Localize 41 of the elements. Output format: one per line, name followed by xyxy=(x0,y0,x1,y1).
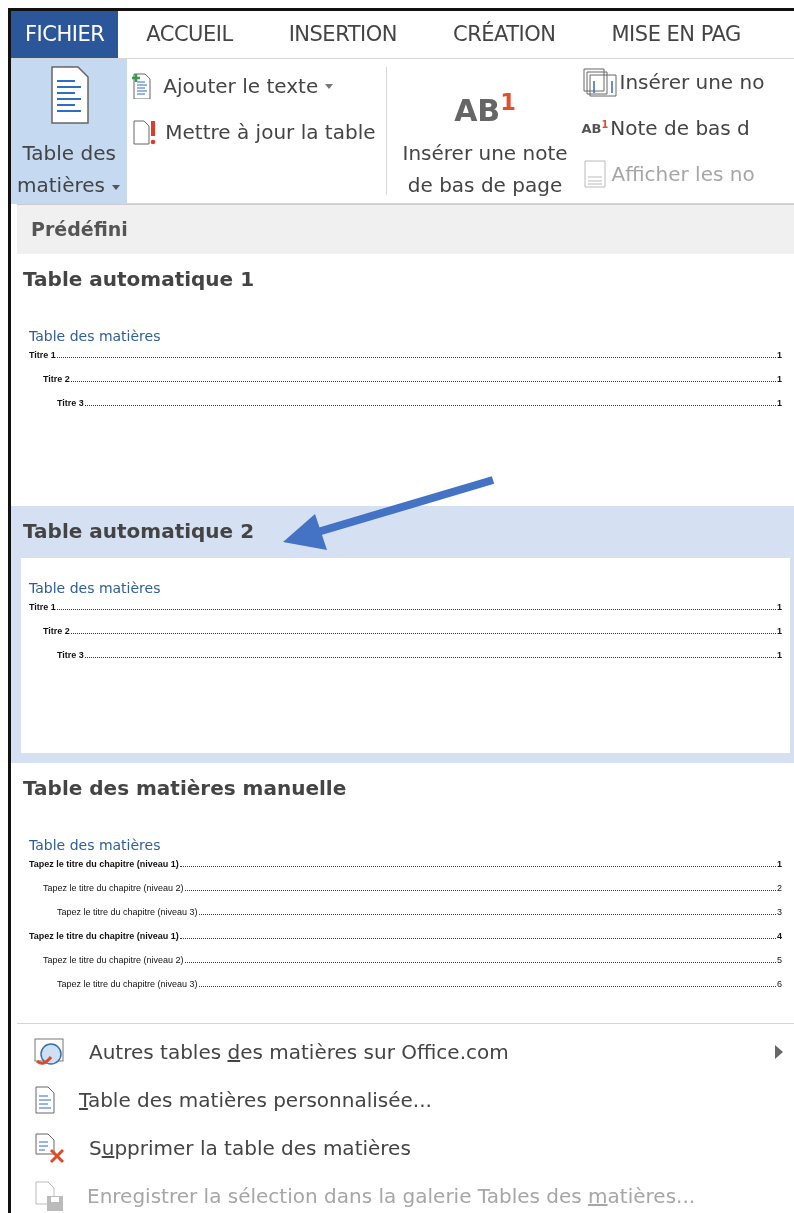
save-icon xyxy=(33,1179,65,1212)
toc-entry: Tapez le titre du chapitre (niveau 2) 5 xyxy=(42,953,782,967)
toc-entry: Titre 3 1 xyxy=(56,648,782,662)
gallery-item[interactable]: Table des matières manuelle Table des matières Tapez le titre du chapitre (niveau 1) 1 Tapez le titre du chapitre (niveau 2) 2 Tapez le titre du chapitre (niveau 3) 3 Tapez le titre du chapitre (niveau 1) 4 Tapez le titre du chapitre (niveau 2) 5 Tapez le titre du chapitre (niveau 3) 6 xyxy=(11,762,794,1015)
toc-entry: Tapez le titre du chapitre (niveau 3) 6 xyxy=(56,977,782,991)
ribbon-tab[interactable]: ACCUEIL xyxy=(118,11,261,58)
toc-entry: Tapez le titre du chapitre (niveau 3) 3 xyxy=(56,905,782,919)
pages-icon xyxy=(581,67,618,97)
preview-heading: Table des matières xyxy=(29,326,162,346)
ribbon-tab[interactable]: FICHIER xyxy=(11,11,119,58)
toc-entry: Tapez le titre du chapitre (niveau 1) 4 xyxy=(29,929,782,943)
ribbon-tab[interactable]: CRÉATION xyxy=(424,11,584,58)
preview-heading: Table des matières xyxy=(29,578,162,598)
toc-entry: Titre 2 1 xyxy=(42,372,782,386)
caret-icon xyxy=(111,182,122,191)
footnote-icon: AB$^{1}$ xyxy=(454,91,516,131)
table-of-contents-button[interactable]: Table des matières xyxy=(11,59,128,203)
ribbon-tab[interactable]: MISE EN PAG xyxy=(583,11,769,58)
toc-entry: Titre 1 1 xyxy=(29,348,782,362)
preview-heading: Table des matières xyxy=(29,835,162,855)
toc-entry: Tapez le titre du chapitre (niveau 2) 2 xyxy=(42,881,782,895)
toc-entry: Tapez le titre du chapitre (niveau 1) 1 xyxy=(29,857,782,871)
next-footnote-icon: AB$^{1}$ xyxy=(581,121,609,135)
document-icon xyxy=(33,1084,57,1115)
toc-entry: Titre 2 1 xyxy=(42,624,782,638)
menu-item[interactable]: Table des matières personnalisée... xyxy=(11,1075,794,1124)
ribbon-button[interactable]: AB$^{1}$ Note de bas d xyxy=(577,105,769,151)
insert-footnote-button[interactable]: AB$^{1}$ Insérer une note de bas de page xyxy=(392,59,578,203)
ribbon-button[interactable]: Insérer une no xyxy=(577,59,769,105)
gallery-header: Prédéfini xyxy=(17,204,794,254)
toc-entry: Titre 1 1 xyxy=(29,600,782,614)
globe-icon xyxy=(33,1036,67,1067)
ribbon-button[interactable]: Ajouter le texte xyxy=(127,63,380,109)
toc-entry: Titre 3 1 xyxy=(56,396,782,410)
ribbon-tab[interactable]: INSERTION xyxy=(260,11,425,58)
ribbon-button[interactable]: Mettre à jour la table xyxy=(127,109,380,155)
gallery-item[interactable]: Table automatique 2 Table des matières Titre 1 1 Titre 2 1 Titre 3 1 xyxy=(11,505,794,763)
delete-document-icon xyxy=(33,1131,67,1164)
menu-item[interactable]: Supprimer la table des matières xyxy=(11,1123,794,1172)
gallery-item[interactable]: Table automatique 1 Table des matières Titre 1 1 Titre 2 1 Titre 3 1 xyxy=(11,253,794,506)
menu-item[interactable]: Autres tables des matières sur Office.com xyxy=(11,1027,794,1076)
